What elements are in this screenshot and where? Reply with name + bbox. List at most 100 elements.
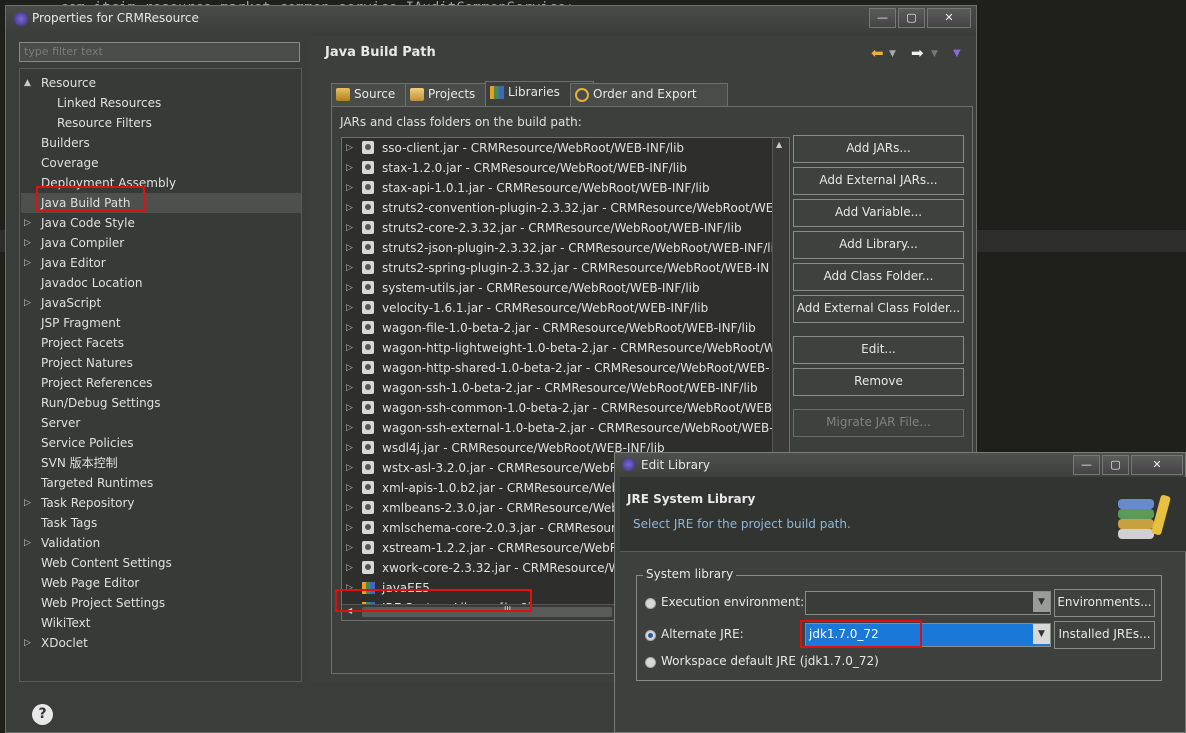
tree-item[interactable]: Builders (41, 133, 90, 153)
tree-item[interactable]: Service Policies (41, 433, 134, 453)
tree-item[interactable]: Java Compiler (41, 233, 124, 253)
tree-item[interactable]: WikiText (41, 613, 91, 633)
expand-icon[interactable]: ▷ (24, 533, 34, 553)
tree-item[interactable]: Web Content Settings (41, 553, 172, 573)
tree-item[interactable]: Run/Debug Settings (41, 393, 161, 413)
add-external-jars-button[interactable]: Add External JARs... (793, 167, 964, 195)
expand-icon[interactable]: ▷ (346, 378, 353, 398)
tree-item[interactable]: JSP Fragment (41, 313, 121, 333)
environments-button[interactable]: Environments... (1054, 589, 1155, 617)
execution-environment-radio[interactable] (645, 598, 656, 609)
expand-icon[interactable]: ▷ (346, 178, 353, 198)
jar-entry[interactable]: ▷ struts2-spring-plugin-2.3.32.jar - CRMR… (342, 258, 772, 278)
expand-icon[interactable]: ▷ (346, 358, 353, 378)
minimize-button[interactable]: — (869, 8, 896, 28)
tree-item[interactable]: SVN 版本控制 (41, 453, 118, 473)
chevron-down-icon[interactable]: ▼ (1033, 592, 1050, 612)
expand-icon[interactable]: ▷ (24, 213, 34, 233)
workspace-default-radio[interactable] (645, 657, 656, 668)
expand-icon[interactable]: ▷ (346, 418, 353, 438)
expand-icon[interactable]: ▷ (346, 518, 353, 538)
jar-entry[interactable]: ▷ struts2-core-2.3.32.jar - CRMResource/W… (342, 218, 772, 238)
tree-item[interactable]: Java Editor (41, 253, 106, 273)
jar-entry[interactable]: ▷ struts2-convention-plugin-2.3.32.jar - … (342, 198, 786, 218)
expand-icon[interactable]: ▷ (346, 158, 353, 178)
add-external-class-folder-button[interactable]: Add External Class Folder... (793, 295, 964, 323)
view-menu-icon[interactable]: ▼ (953, 48, 961, 59)
tree-item[interactable]: Web Page Editor (41, 573, 139, 593)
maximize-button[interactable]: ▢ (1102, 455, 1129, 475)
jar-entry[interactable]: ▷ wagon-http-lightweight-1.0-beta-2.jar -… (342, 338, 776, 358)
chevron-down-icon[interactable]: ▼ (1033, 624, 1050, 644)
tree-item[interactable]: Targeted Runtimes (41, 473, 153, 493)
back-dropdown-icon[interactable]: ▼ (889, 49, 896, 59)
edit-button[interactable]: Edit... (793, 336, 964, 364)
expand-icon[interactable]: ▷ (24, 493, 34, 513)
jar-entry[interactable]: ▷ wagon-ssh-external-1.0-beta-2.jar - CRM… (342, 418, 774, 438)
expand-icon[interactable]: ▷ (346, 218, 353, 238)
expand-icon[interactable]: ▷ (346, 398, 353, 418)
back-arrow-icon[interactable]: ⬅ (871, 44, 884, 62)
tree-item[interactable]: Task Tags (41, 513, 97, 533)
tree-item[interactable]: JavaScript (41, 293, 101, 313)
add-variable-button[interactable]: Add Variable... (793, 199, 964, 227)
jar-entry[interactable]: ▷ sso-client.jar - CRMResource/WebRoot/WE… (342, 138, 772, 158)
jar-entry[interactable]: ▷ struts2-json-plugin-2.3.32.jar - CRMRes… (342, 238, 774, 258)
migrate-jar-file-button[interactable]: Migrate JAR File... (793, 409, 964, 437)
expand-icon[interactable]: ▷ (346, 458, 353, 478)
expand-icon[interactable]: ▷ (346, 298, 353, 318)
expand-icon[interactable]: ▷ (24, 293, 34, 313)
expand-icon[interactable]: ▷ (24, 633, 34, 653)
tree-item[interactable]: XDoclet (41, 633, 88, 653)
expand-icon[interactable]: ▷ (346, 278, 353, 298)
expand-icon[interactable]: ▷ (346, 318, 353, 338)
expand-icon[interactable]: ▷ (346, 478, 353, 498)
help-icon[interactable]: ? (32, 704, 53, 725)
tree-item[interactable]: Linked Resources (57, 93, 161, 113)
minimize-button[interactable]: — (1073, 455, 1100, 475)
jar-entry[interactable]: ▷ system-utils.jar - CRMResource/WebRoot/… (342, 278, 772, 298)
forward-dropdown-icon[interactable]: ▼ (931, 49, 938, 59)
tree-item[interactable]: Validation (41, 533, 100, 553)
jar-entry[interactable]: ▷ wagon-ssh-1.0-beta-2.jar - CRMResource/… (342, 378, 772, 398)
close-button[interactable]: ✕ (1131, 455, 1183, 475)
alternate-jre-radio[interactable] (645, 630, 656, 641)
add-class-folder-button[interactable]: Add Class Folder... (793, 263, 964, 291)
tree-item[interactable]: Project Natures (41, 353, 133, 373)
expand-icon[interactable]: ▷ (346, 138, 353, 158)
expand-icon[interactable]: ▷ (346, 198, 353, 218)
filter-input[interactable]: type filter text (19, 42, 300, 62)
expand-icon[interactable]: ▷ (346, 558, 353, 578)
add-library-button[interactable]: Add Library... (793, 231, 964, 259)
expand-icon[interactable]: ▷ (346, 538, 353, 558)
expand-icon[interactable]: ▷ (346, 238, 353, 258)
maximize-button[interactable]: ▢ (898, 8, 925, 28)
tree-item[interactable]: Resource Filters (57, 113, 152, 133)
expand-icon[interactable]: ▷ (24, 233, 34, 253)
expand-icon[interactable]: ▷ (24, 253, 34, 273)
remove-button[interactable]: Remove (793, 368, 964, 396)
jar-entry[interactable]: ▷ stax-api-1.0.1.jar - CRMResource/WebRoo… (342, 178, 772, 198)
jar-entry[interactable]: ▷ wagon-http-shared-1.0-beta-2.jar - CRMR… (342, 358, 772, 378)
expand-icon[interactable]: ▷ (346, 498, 353, 518)
expand-icon[interactable]: ▷ (346, 338, 353, 358)
jar-entry[interactable]: ▷ wagon-ssh-common-1.0-beta-2.jar - CRMRe… (342, 398, 772, 418)
tab-order-and-export[interactable]: Order and Export (570, 83, 728, 107)
tree-item[interactable]: Server (41, 413, 80, 433)
scroll-up-icon[interactable]: ▲ (776, 140, 782, 149)
jar-entry[interactable]: ▷ velocity-1.6.1.jar - CRMResource/WebRoo… (342, 298, 772, 318)
tree-item[interactable]: Java Code Style (41, 213, 135, 233)
tree-item[interactable]: Coverage (41, 153, 99, 173)
tree-item[interactable]: Task Repository (41, 493, 135, 513)
tree-item[interactable]: Project References (41, 373, 153, 393)
forward-arrow-icon[interactable]: ➡ (911, 44, 924, 62)
installed-jres-button[interactable]: Installed JREs... (1054, 621, 1155, 649)
collapse-icon[interactable]: ▲ (24, 73, 34, 93)
execution-environment-combo[interactable]: ▼ (805, 591, 1051, 615)
tree-item[interactable]: Resource (41, 73, 96, 93)
tree-item[interactable]: Javadoc Location (41, 273, 142, 293)
jar-entry[interactable]: ▷ stax-1.2.0.jar - CRMResource/WebRoot/WE… (342, 158, 772, 178)
jar-entry[interactable]: ▷ wagon-file-1.0-beta-2.jar - CRMResource… (342, 318, 772, 338)
close-button[interactable]: ✕ (927, 8, 971, 28)
expand-icon[interactable]: ▷ (346, 438, 353, 458)
